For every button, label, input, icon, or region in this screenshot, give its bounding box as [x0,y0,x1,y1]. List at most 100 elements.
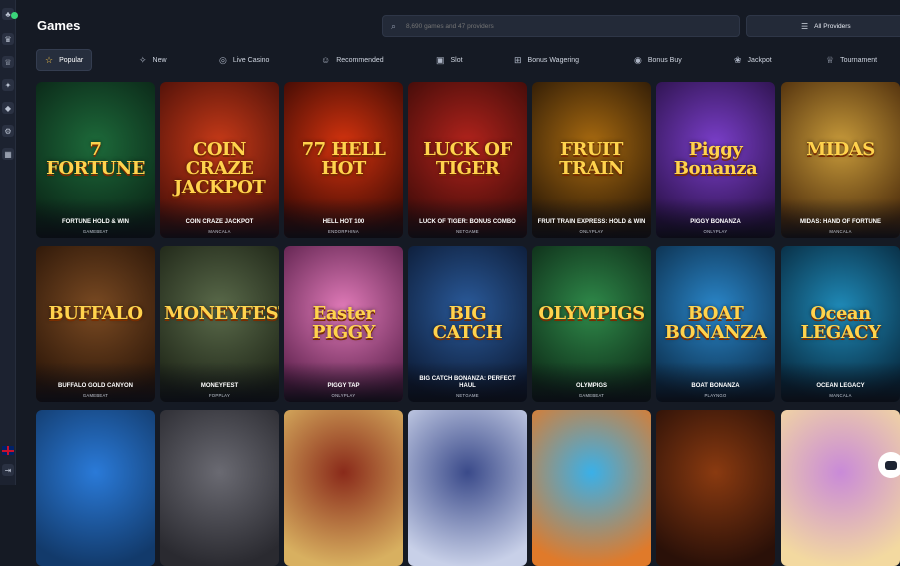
game-title: COIN CRAZE JACKPOT [185,219,254,226]
slot-machine-icon: ▣ [436,54,445,65]
game-logo: FRUIT TRAIN [559,139,624,180]
game-provider: PLAYNGO [704,393,727,398]
game-title: MONEYFEST [200,383,239,390]
game-card[interactable]: BOAT BONANZA BOAT BONANZA PLAYNGO [656,246,775,402]
game-card[interactable]: Easter PIGGY PIGGY TAP ONLYPLAY [284,246,403,402]
game-logo: MIDAS [806,139,875,161]
tab-label: Bonus Buy [647,56,682,64]
game-card[interactable]: FRUIT TRAIN FRUIT TRAIN EXPRESS: HOLD & W… [532,82,651,238]
tab-recommended[interactable]: ☺ Recommended [321,49,384,71]
tab-label: Recommended [336,56,384,64]
game-provider: MANCALA [829,393,852,398]
game-card[interactable]: 7 FORTUNE FORTUNE HOLD & WIN GAMEBEAT [36,82,155,238]
game-title: HELL HOT 100 [322,219,365,226]
game-provider: GAMEBEAT [82,229,109,234]
calendar-icon[interactable]: ▦ [2,148,14,160]
logout-icon[interactable]: ⇥ [2,464,14,476]
game-card[interactable]: OLYMPIGS OLYMPIGS GAMEBEAT [532,246,651,402]
game-card[interactable]: BUFFALO BUFFALO GOLD CANYON GAMEBEAT [36,246,155,402]
ticket-icon[interactable]: ◆ [2,102,14,114]
page-title: Games [37,18,81,33]
game-thumbnail [36,410,155,566]
game-card[interactable]: MIDAS MIDAS: HAND OF FORTUNE MANCALA [781,82,900,238]
coin-icon: ◉ [634,54,642,65]
gift-icon: ⊞ [514,54,522,65]
tab-label: Jackpot [747,56,772,64]
language-flag-icon[interactable] [2,446,14,455]
game-card[interactable]: LUCK OF TIGER LUCK OF TIGER: BONUS COMBO N… [408,82,527,238]
crown-icon[interactable]: ♛ [2,33,14,45]
game-logo: 77 HELL HOT [301,139,386,180]
game-card[interactable] [656,410,775,566]
game-title: FORTUNE HOLD & WIN [62,219,129,226]
tab-bonus-wagering[interactable]: ⊞ Bonus Wagering [514,49,579,71]
game-logo: Easter PIGGY [311,303,376,344]
game-logo: Ocean LEGACY [800,303,881,344]
game-title: MIDAS: HAND OF FORTUNE [800,219,881,226]
game-card[interactable]: Piggy Bonanza PIGGY BONANZA ONLYPLAY [656,82,775,238]
game-card[interactable]: COIN CRAZE JACKPOT COIN CRAZE JACKPOT MANC… [160,82,279,238]
tab-new[interactable]: ✧ New [139,49,167,71]
game-thumbnail [781,410,900,566]
game-provider: ONLYPLAY [703,229,728,234]
game-logo: LUCK OF TIGER [423,139,512,180]
game-provider: MANCALA [829,229,852,234]
settings-icon[interactable]: ⚙ [2,125,14,137]
game-card[interactable]: 77 HELL HOT HELL HOT 100 ENDORPHINA [284,82,403,238]
tag-icon: ✧ [139,54,147,65]
search-bar[interactable]: ⌕ [382,15,740,37]
filter-icon: ☰ [801,21,809,31]
tab-bonus-buy[interactable]: ◉ Bonus Buy [634,49,682,71]
game-logo: OLYMPIGS [538,303,645,325]
category-tabs: ☆ Popular ✧ New ◎ Live Casino ☺ Recommended ▣ Slo… [36,49,900,71]
providers-dropdown[interactable]: ☰ All Providers [746,15,900,37]
game-title: BOAT BONANZA [691,383,740,390]
star-icon: ☆ [45,54,54,65]
game-provider: ENDORPHINA [328,229,359,234]
game-provider: ONLYPLAY [579,229,604,234]
chat-icon [885,460,897,470]
search-input[interactable] [406,22,706,30]
game-card[interactable] [781,410,900,566]
providers-label: All Providers [814,22,851,30]
search-icon: ⌕ [391,21,397,31]
tab-label: Slot [450,56,463,64]
game-card[interactable] [408,410,527,566]
game-card[interactable]: MONEYFEST MONEYFEST FOPPLAY [160,246,279,402]
game-provider: FOPPLAY [208,393,231,398]
trophy-icon[interactable]: ♕ [2,56,14,68]
game-card[interactable] [36,410,155,566]
game-title: LUCK OF TIGER: BONUS COMBO [419,219,516,226]
game-thumbnail [656,410,775,566]
tab-jackpot[interactable]: ❀ Jackpot [734,49,772,71]
left-rail: ♣ ♛ ♕ ✦ ◆ ⚙ ▦ ⇥ [0,0,18,485]
chat-support-button[interactable] [878,452,900,478]
notification-badge [11,12,18,19]
game-card[interactable] [160,410,279,566]
trophy-icon: ♕ [826,54,835,65]
game-title: FRUIT TRAIN EXPRESS: HOLD & WIN [537,219,646,226]
game-title: BUFFALO GOLD CANYON [58,383,133,390]
promo-icon[interactable]: ✦ [2,79,14,91]
tab-popular[interactable]: ☆ Popular [36,49,93,71]
game-card[interactable]: Ocean LEGACY OCEAN LEGACY MANCALA [781,246,900,402]
game-provider: NETGAME [456,229,479,234]
game-card[interactable]: BIG CATCH BIG CATCH BONANZA: PERFECT HAUL… [408,246,527,402]
tab-label: Bonus Wagering [527,56,580,64]
thumbs-up-icon: ☺ [321,55,331,65]
game-provider: GAMEBEAT [578,393,605,398]
tab-slot[interactable]: ▣ Slot [436,49,463,71]
tab-live-casino[interactable]: ◎ Live Casino [219,49,269,71]
game-provider: ONLYPLAY [331,393,356,398]
game-title: PIGGY BONANZA [690,219,741,226]
game-card[interactable] [284,410,403,566]
games-grid: 7 FORTUNE FORTUNE HOLD & WIN GAMEBEAT COIN … [36,82,900,566]
tab-tournament[interactable]: ♕ Tournament [826,49,877,71]
game-card[interactable] [532,410,651,566]
game-logo: 7 FORTUNE [46,139,145,180]
game-logo: COIN CRAZE JACKPOT [173,139,266,199]
game-thumbnail [160,410,279,566]
game-title: PIGGY TAP [327,383,360,390]
game-logo: BOAT BONANZA [664,303,767,344]
casino-icon[interactable]: ♣ [2,8,18,20]
